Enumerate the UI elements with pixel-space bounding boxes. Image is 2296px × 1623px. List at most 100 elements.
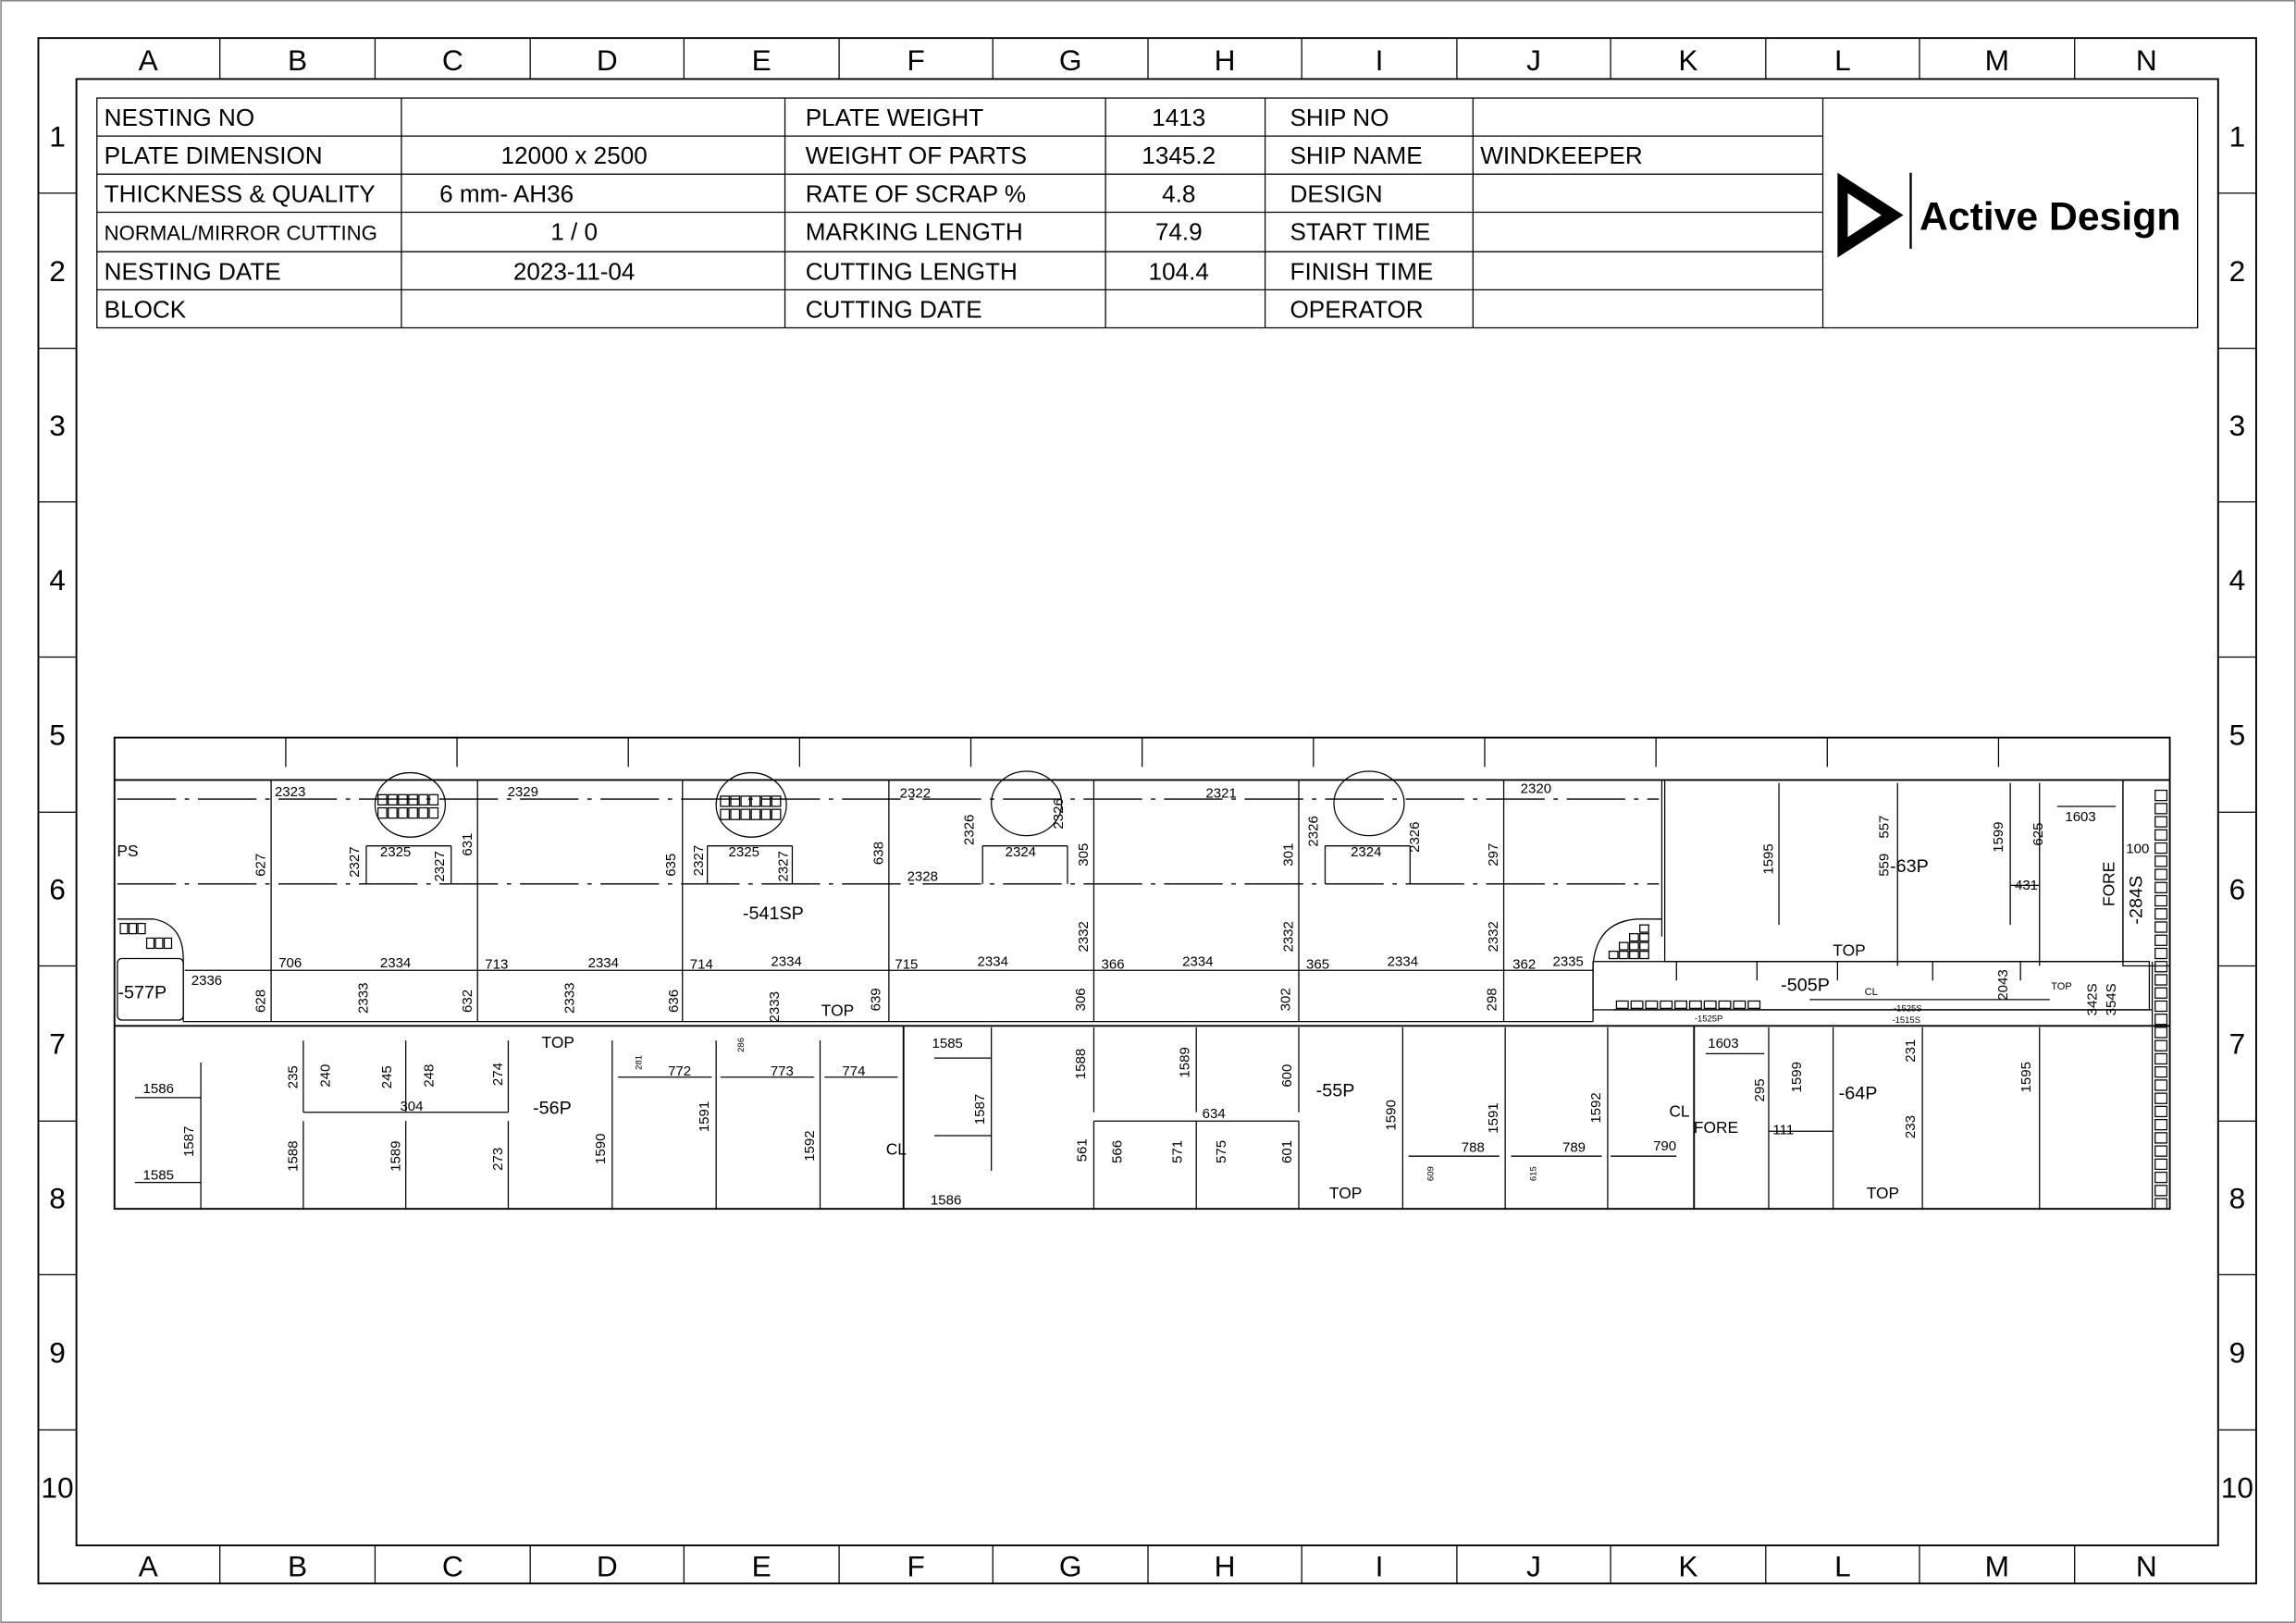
column-label: C — [442, 1549, 463, 1582]
small-part — [145, 937, 155, 950]
part-label: 2334 — [1182, 953, 1213, 969]
part-label: 2335 — [1552, 953, 1583, 969]
part-label: 2327 — [691, 845, 707, 876]
part-label: 431 — [2015, 878, 2038, 893]
part-label: 631 — [460, 833, 475, 856]
part-label: -1515S — [1892, 1015, 1920, 1026]
part-label: -64P — [1839, 1083, 1878, 1103]
part-label: 1590 — [593, 1134, 609, 1164]
part-label: 2336 — [191, 973, 222, 989]
row-label: 9 — [49, 1335, 66, 1369]
column-label: H — [1215, 1549, 1236, 1582]
row-label: 10 — [41, 1471, 73, 1505]
part-label: 2323 — [275, 784, 305, 800]
field-value: 12000 x 2500 — [501, 141, 648, 169]
part-label: 1587 — [181, 1126, 197, 1157]
part-label: 636 — [666, 990, 682, 1013]
part-label: 306 — [1073, 988, 1089, 1011]
column-label: J — [1526, 1549, 1541, 1582]
part-label: 561 — [1075, 1138, 1091, 1162]
column-label: N — [2136, 1549, 2157, 1582]
column-label: E — [752, 1549, 772, 1582]
part-label: TOP — [2051, 981, 2072, 992]
part-label: 635 — [663, 854, 679, 877]
small-part — [2154, 1079, 2168, 1091]
part-label: -541SP — [743, 904, 804, 924]
part-label: 245 — [379, 1065, 395, 1088]
part-label: -55P — [1316, 1080, 1355, 1100]
small-part — [2154, 1052, 2168, 1065]
part-label: 638 — [871, 842, 887, 865]
small-part — [2154, 1198, 2168, 1210]
small-part — [1703, 1000, 1717, 1009]
part-label: 366 — [1101, 957, 1124, 973]
field-label: CUTTING DATE — [806, 295, 982, 323]
column-label: F — [907, 43, 925, 77]
part-label: 2334 — [771, 953, 801, 969]
grid-reference-labels: AABBCCDDEEFFGGHHIIJJKKLLMMNN1 12 23 34 45 56 6… — [38, 38, 2256, 1584]
small-part — [2154, 1039, 2168, 1051]
part-label: 2326 — [962, 815, 978, 845]
company-logo: Active Design — [1837, 172, 2181, 258]
small-part — [2154, 881, 2168, 893]
small-part — [1639, 950, 1649, 960]
row-label: 7 — [49, 1027, 66, 1060]
part-label: 601 — [1279, 1140, 1295, 1163]
small-part — [154, 937, 164, 950]
column-label: E — [752, 43, 772, 77]
field-label: MARKING LENGTH — [806, 218, 1023, 246]
column-label: F — [907, 1549, 925, 1582]
small-part — [2154, 1118, 2168, 1131]
row-label: 8 — [49, 1181, 66, 1214]
part-label: 281 — [634, 1055, 644, 1070]
field-value: 1413 — [1152, 104, 1205, 131]
logo-text: Active Design — [1920, 194, 2181, 239]
row-label: 6 — [49, 872, 66, 905]
part-label: 235 — [286, 1065, 302, 1088]
part-label: 286 — [736, 1038, 747, 1052]
row-label: 4 — [49, 563, 66, 596]
part-label: 713 — [485, 957, 508, 973]
part-label: CL — [1669, 1101, 1690, 1120]
part-label: 2332 — [1076, 921, 1092, 952]
column-label: G — [1059, 43, 1082, 77]
part-label: 2325 — [729, 844, 759, 860]
part-label: 2327 — [776, 851, 792, 881]
small-part — [163, 937, 173, 950]
small-part — [740, 795, 751, 807]
part-label: 1595 — [2018, 1062, 2034, 1092]
small-part — [1629, 941, 1639, 951]
small-part — [1615, 1000, 1629, 1009]
part-label: 2328 — [907, 869, 938, 885]
field-label: NORMAL/MIRROR CUTTING — [105, 222, 377, 245]
part-label: -1525P — [1695, 1014, 1723, 1025]
small-part — [388, 806, 398, 819]
column-label: A — [139, 1549, 159, 1582]
field-label: SHIP NO — [1290, 104, 1389, 131]
part-label: 248 — [422, 1064, 438, 1088]
small-part — [1688, 1000, 1702, 1009]
part-label: 2332 — [1281, 921, 1297, 952]
small-part — [2154, 961, 2168, 973]
part-label: 774 — [842, 1064, 865, 1079]
small-part — [720, 808, 731, 820]
small-part — [1629, 950, 1639, 960]
small-part — [428, 806, 439, 819]
part-label: FORE — [2099, 862, 2117, 906]
row-label: 8 — [2229, 1181, 2246, 1214]
part-label: 1603 — [1708, 1036, 1738, 1051]
field-label: WEIGHT OF PARTS — [806, 141, 1027, 169]
small-part — [418, 793, 429, 806]
field-value: 4.8 — [1162, 179, 1195, 207]
logo-mark-icon — [1837, 172, 1904, 258]
part-label: 342S — [2084, 983, 2100, 1015]
small-part — [2154, 1000, 2168, 1013]
nesting-plate — [113, 736, 2171, 1211]
small-part — [2154, 1092, 2168, 1104]
column-label: A — [139, 43, 159, 77]
column-label: B — [288, 43, 307, 77]
part-label: 2334 — [588, 955, 619, 971]
part-label: 1592 — [1588, 1092, 1604, 1123]
small-part — [119, 922, 129, 935]
part-label: 639 — [868, 988, 883, 1011]
